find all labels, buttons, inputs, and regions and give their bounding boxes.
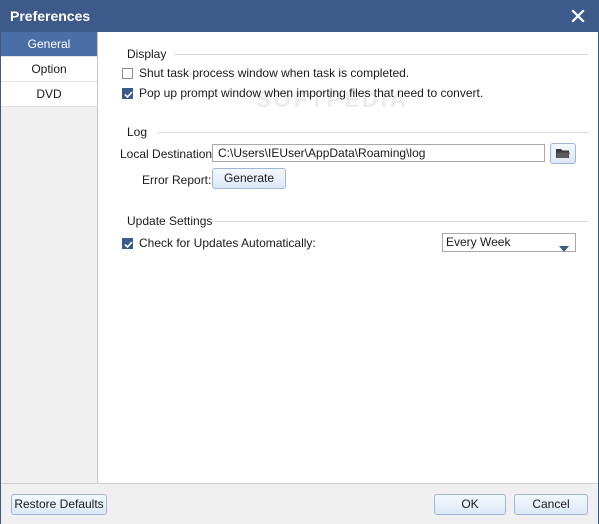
browse-folder-button[interactable] [550, 143, 576, 164]
window-title: Preferences [10, 8, 91, 24]
popup-prompt-label: Pop up prompt window when importing file… [139, 86, 484, 100]
sidebar-item-option[interactable]: Option [1, 57, 97, 82]
chevron-down-icon [559, 240, 569, 257]
shut-task-row: Shut task process window when task is co… [122, 66, 409, 80]
log-divider [158, 132, 588, 133]
display-divider [174, 54, 588, 55]
restore-defaults-button[interactable]: Restore Defaults [11, 494, 107, 515]
log-section-title: Log [127, 125, 148, 139]
folder-icon [555, 149, 571, 163]
check-updates-row: Check for Updates Automatically: [122, 236, 316, 250]
local-destination-field[interactable]: C:\Users\IEUser\AppData\Roaming\log [212, 144, 545, 162]
error-report-label: Error Report: [142, 173, 212, 187]
ok-button[interactable]: OK [434, 494, 506, 515]
preferences-window: Preferences General Option DVD SOFTPEDIA… [0, 0, 599, 524]
shut-task-checkbox[interactable] [122, 67, 133, 79]
popup-prompt-row: Pop up prompt window when importing file… [122, 86, 483, 100]
title-bar: Preferences [1, 1, 598, 32]
close-icon[interactable] [570, 8, 586, 24]
local-destination-label: Local Destination: [120, 147, 216, 161]
sidebar-item-dvd[interactable]: DVD [1, 82, 97, 107]
update-frequency-value: Every Week [446, 235, 511, 249]
popup-prompt-checkbox[interactable] [122, 87, 133, 99]
footer-bar: Restore Defaults OK Cancel [1, 483, 598, 524]
cancel-button[interactable]: Cancel [514, 494, 588, 515]
check-updates-label: Check for Updates Automatically: [139, 236, 316, 250]
check-updates-checkbox[interactable] [122, 237, 133, 249]
sidebar: General Option DVD [1, 32, 98, 483]
generate-button[interactable]: Generate [212, 168, 286, 189]
update-divider [212, 221, 588, 222]
settings-panel: SOFTPEDIA Display Shut task process wind… [98, 32, 598, 483]
update-frequency-select[interactable]: Every Week [442, 233, 576, 252]
update-section-title: Update Settings [127, 214, 213, 228]
shut-task-label: Shut task process window when task is co… [139, 66, 410, 80]
display-section-title: Display [127, 47, 167, 61]
sidebar-item-general[interactable]: General [1, 32, 97, 57]
